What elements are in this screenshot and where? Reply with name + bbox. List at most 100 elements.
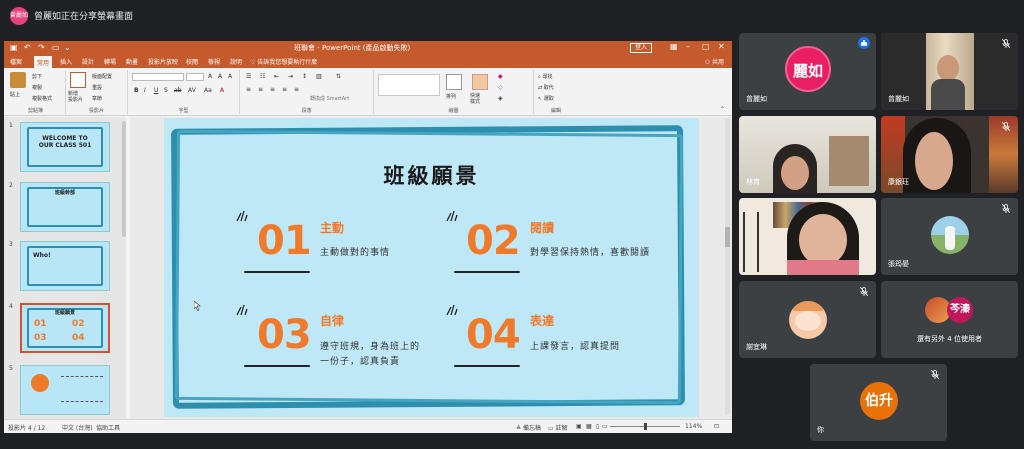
thumbnail-slide-2[interactable]: 班級幹部 [20, 182, 110, 232]
tab-view[interactable]: 檢視 [208, 57, 220, 66]
underline-icon[interactable]: U [154, 87, 158, 94]
tab-animations[interactable]: 動畫 [126, 57, 138, 66]
font-size-box[interactable] [186, 73, 204, 81]
tab-review[interactable]: 校閱 [186, 57, 198, 66]
save-icon[interactable]: ▣ [10, 43, 18, 52]
italic-icon[interactable]: I [144, 87, 146, 94]
cut-button[interactable]: 剪下 [32, 73, 42, 80]
paste-button[interactable]: 貼上 [10, 91, 20, 98]
shape-fill-icon[interactable]: ◆ [498, 73, 503, 80]
thumbnail-slide-5[interactable] [20, 365, 110, 415]
bullets-icon[interactable]: ☰ [246, 73, 251, 80]
participant-tile[interactable]: 林育 [739, 116, 876, 193]
shape-effects-icon[interactable]: ◈ [498, 95, 503, 102]
normal-view-icon[interactable]: ▣ [576, 423, 582, 430]
collapse-ribbon-icon[interactable]: ⌃ [720, 106, 725, 113]
numbering-icon[interactable]: ☷ [260, 73, 265, 80]
font-color-icon[interactable]: A [220, 87, 224, 94]
fit-slide-icon[interactable]: ⊡ [714, 423, 719, 430]
spacing-icon[interactable]: AV [188, 87, 196, 94]
comments-button[interactable]: ▭ 註解 [548, 423, 568, 432]
minimize-icon[interactable]: – [686, 42, 690, 51]
arrange-icon[interactable] [446, 74, 462, 90]
notes-button[interactable]: ≜ 備忘稿 [516, 423, 541, 432]
thumbnail-slide-3[interactable]: Who! [20, 241, 110, 291]
new-slide-icon[interactable] [70, 72, 86, 88]
increase-indent-icon[interactable]: ⇥ [288, 73, 293, 80]
participant-tile[interactable]: 謝宜琳 [739, 281, 876, 358]
maximize-icon[interactable]: ▢ [702, 42, 710, 51]
participant-tile[interactable]: 曾麗如 [881, 33, 1018, 110]
format-painter-button[interactable]: 複製格式 [32, 95, 52, 102]
clear-format-icon[interactable]: A [228, 73, 232, 80]
tell-me-search[interactable]: ♡ 告訴我您想要執行什麼 [250, 57, 317, 66]
grow-font-icon[interactable]: A [208, 73, 212, 80]
quick-styles-button[interactable]: 快速 樣式 [470, 93, 480, 105]
section-button[interactable]: 章節 [92, 95, 102, 102]
zoom-slider-knob[interactable] [644, 423, 647, 430]
shape-outline-icon[interactable]: ◇ [498, 84, 503, 91]
shrink-font-icon[interactable]: A [218, 73, 222, 80]
thumb-lines [61, 376, 103, 402]
participant-tile[interactable]: 張筠晏 [881, 198, 1018, 275]
decrease-indent-icon[interactable]: ⇤ [274, 73, 279, 80]
tab-design[interactable]: 設計 [82, 57, 94, 66]
slideshow-view-icon[interactable]: ▭ [602, 423, 608, 430]
tab-file[interactable]: 檔案 [10, 57, 22, 66]
align-left-icon[interactable]: ≡ [246, 86, 251, 93]
slide-scrollbar[interactable] [725, 119, 730, 415]
justify-icon[interactable]: ≡ [282, 86, 287, 93]
tab-help[interactable]: 說明 [230, 57, 242, 66]
font-name-box[interactable] [132, 73, 184, 81]
participant-tile-presenter[interactable]: 麗如 曾麗如 [739, 33, 876, 110]
participant-tile[interactable] [739, 198, 876, 275]
thumbnail-slide-4[interactable]: 班級願景 01 02 03 04 [20, 303, 110, 353]
reset-button[interactable]: 重設 [92, 84, 102, 91]
close-icon[interactable]: ✕ [718, 42, 725, 51]
arrange-button[interactable]: 排列 [446, 93, 456, 100]
accessibility-status[interactable]: 協助工具 [96, 423, 120, 432]
distributed-icon[interactable]: ≡ [294, 86, 299, 93]
align-center-icon[interactable]: ≡ [258, 86, 263, 93]
new-slide-button[interactable]: 新增 投影片 [68, 91, 83, 103]
customize-qat-icon[interactable]: ⌄ [64, 43, 71, 52]
align-right-icon[interactable]: ≡ [270, 86, 275, 93]
signin-button[interactable]: 登入 [629, 43, 652, 53]
self-tile[interactable]: 伯升 你 [810, 364, 947, 441]
replace-button[interactable]: ⇄ 取代 [538, 84, 554, 91]
share-button[interactable]: ⚇ 共用 [705, 57, 724, 66]
ribbon-options-icon[interactable]: ▦ [670, 42, 678, 51]
columns-icon[interactable]: ▥ [316, 73, 322, 80]
undo-icon[interactable]: ↶ [24, 43, 31, 52]
quick-styles-icon[interactable] [472, 74, 488, 90]
tab-insert[interactable]: 插入 [60, 57, 72, 66]
tab-slideshow[interactable]: 投影片放映 [148, 57, 178, 66]
font-group: A A A B I U S ab AV Aa A 字型 [128, 70, 240, 114]
paste-icon[interactable] [10, 72, 26, 88]
select-button[interactable]: ↖ 選取 [538, 95, 554, 102]
reading-view-icon[interactable]: ▯ [596, 423, 599, 430]
copy-button[interactable]: 複製 [32, 84, 42, 91]
find-button[interactable]: ⌕ 尋找 [538, 73, 552, 80]
bold-icon[interactable]: B [134, 87, 139, 94]
shadow-icon[interactable]: S [164, 87, 168, 94]
tab-home[interactable]: 常用 [34, 56, 53, 68]
change-case-icon[interactable]: Aa [204, 87, 212, 94]
language-indicator[interactable]: 中文 (台灣) [62, 423, 93, 432]
convert-smartart-button[interactable]: 轉換成 SmartArt [310, 95, 349, 102]
layout-button[interactable]: 版面配置 [92, 73, 112, 80]
thumbs-scrollbar[interactable] [122, 121, 126, 237]
more-participants-tile[interactable]: 芩溱 還有另外 4 位使用者 [881, 281, 1018, 358]
sorter-view-icon[interactable]: ▦ [586, 423, 592, 430]
thumbnail-slide-1[interactable]: WELCOME TO OUR CLASS 501 [20, 122, 110, 172]
zoom-level[interactable]: 114% [685, 423, 702, 430]
text-direction-icon[interactable]: ⇅ [336, 73, 341, 80]
slide-scroll-thumb[interactable] [725, 227, 730, 247]
redo-icon[interactable]: ↷ [38, 43, 45, 52]
shapes-gallery[interactable] [378, 74, 440, 96]
line-spacing-icon[interactable]: ↕ [302, 73, 307, 80]
strikethrough-icon[interactable]: ab [174, 87, 182, 94]
participant-tile[interactable]: 康銀珏 [881, 116, 1018, 193]
present-icon[interactable]: ▭ [52, 43, 60, 52]
tab-transitions[interactable]: 轉場 [104, 57, 116, 66]
